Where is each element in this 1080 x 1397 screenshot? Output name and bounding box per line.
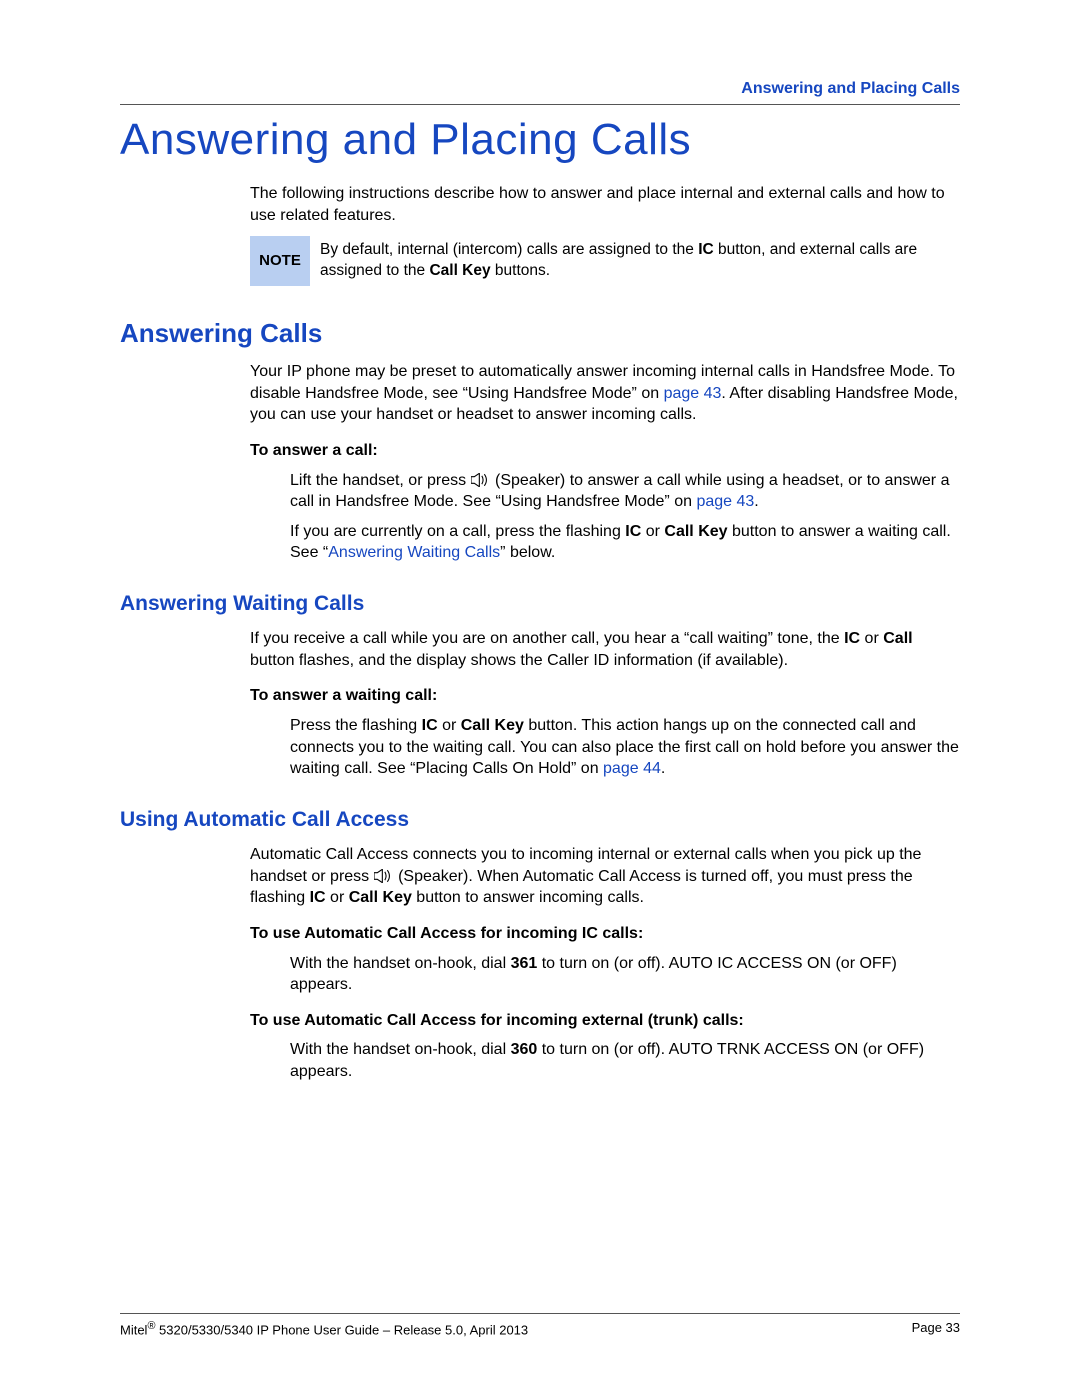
link-answering-waiting[interactable]: Answering Waiting Calls [328, 544, 500, 561]
content: The following instructions describe how … [250, 183, 960, 1082]
link-page-43a[interactable]: page 43 [664, 385, 722, 402]
s3-paragraph: Automatic Call Access connects you to in… [250, 844, 960, 909]
footer-right: Page 33 [912, 1320, 960, 1337]
s1-step1a: Lift the handset, or press [290, 472, 471, 489]
page-title: Answering and Placing Calls [120, 115, 960, 165]
footer-rule [120, 1313, 960, 1314]
s2-p1-ic: IC [844, 630, 860, 647]
link-page-43b[interactable]: page 43 [696, 493, 754, 510]
s3-sub1: To use Automatic Call Access for incomin… [250, 923, 960, 945]
heading-automatic-call-access: Using Automatic Call Access [120, 806, 960, 834]
s3-p1c: button to answer incoming calls. [412, 889, 644, 906]
s1-sub1: To answer a call: [250, 440, 960, 462]
heading-answering-waiting: Answering Waiting Calls [120, 590, 960, 618]
s2-step1-ic: IC [422, 717, 438, 734]
s1-step2: If you are currently on a call, press th… [290, 521, 960, 564]
s2-step1-ck: Call Key [461, 717, 524, 734]
note-prefix: By default, internal (intercom) calls ar… [320, 241, 698, 258]
link-page-44[interactable]: page 44 [603, 760, 661, 777]
s2-step1a: Press the flashing [290, 717, 422, 734]
s2-p1a: If you receive a call while you are on a… [250, 630, 844, 647]
footer-left-a: Mitel [120, 1322, 147, 1337]
s2-p1-call: Call [883, 630, 912, 647]
speaker-icon [374, 869, 394, 883]
s1-step2a: If you are currently on a call, press th… [290, 523, 625, 540]
footer-left-b: 5320/5330/5340 IP Phone User Guide – Rel… [155, 1322, 528, 1337]
footer: Mitel® 5320/5330/5340 IP Phone User Guid… [120, 1313, 960, 1337]
s3-step1-num: 361 [511, 955, 538, 972]
s1-step2-ic: IC [625, 523, 641, 540]
intro-paragraph: The following instructions describe how … [250, 183, 960, 226]
s3-p1mid: or [326, 889, 349, 906]
s2-paragraph: If you receive a call while you are on a… [250, 628, 960, 671]
s3-p1-ic: IC [310, 889, 326, 906]
page: Answering and Placing Calls Answering an… [0, 0, 1080, 1397]
s1-step2mid: or [641, 523, 664, 540]
speaker-icon [471, 473, 491, 487]
note-box: NOTE By default, internal (intercom) cal… [250, 236, 960, 286]
s3-p1-ck: Call Key [349, 889, 412, 906]
s3-step2-num: 360 [511, 1041, 538, 1058]
s3-sub2: To use Automatic Call Access for incomin… [250, 1010, 960, 1032]
s3-step2a: With the handset on-hook, dial [290, 1041, 511, 1058]
s2-step1c: . [661, 760, 665, 777]
s2-p1mid: or [860, 630, 883, 647]
s3-step1a: With the handset on-hook, dial [290, 955, 511, 972]
s1-step2-ck: Call Key [664, 523, 727, 540]
heading-answering-calls: Answering Calls [120, 316, 960, 351]
note-suffix: buttons. [491, 262, 550, 279]
note-ic: IC [698, 241, 714, 258]
footer-left: Mitel® 5320/5330/5340 IP Phone User Guid… [120, 1320, 528, 1337]
header-rule [120, 104, 960, 105]
s1-paragraph: Your IP phone may be preset to automatic… [250, 361, 960, 426]
s2-p1b: button flashes, and the display shows th… [250, 652, 788, 669]
s1-step2c: ” below. [500, 544, 555, 561]
s3-step1: With the handset on-hook, dial 361 to tu… [290, 953, 960, 996]
s1-step1: Lift the handset, or press (Speaker) to … [290, 470, 960, 513]
s2-step1mid: or [438, 717, 461, 734]
s2-sub1: To answer a waiting call: [250, 685, 960, 707]
s1-step1c: . [754, 493, 758, 510]
note-text: By default, internal (intercom) calls ar… [310, 236, 960, 286]
s2-step1: Press the flashing IC or Call Key button… [290, 715, 960, 780]
s3-step2: With the handset on-hook, dial 360 to tu… [290, 1039, 960, 1082]
note-call-key: Call Key [429, 262, 490, 279]
note-label: NOTE [250, 236, 310, 286]
header-section: Answering and Placing Calls [120, 80, 960, 98]
